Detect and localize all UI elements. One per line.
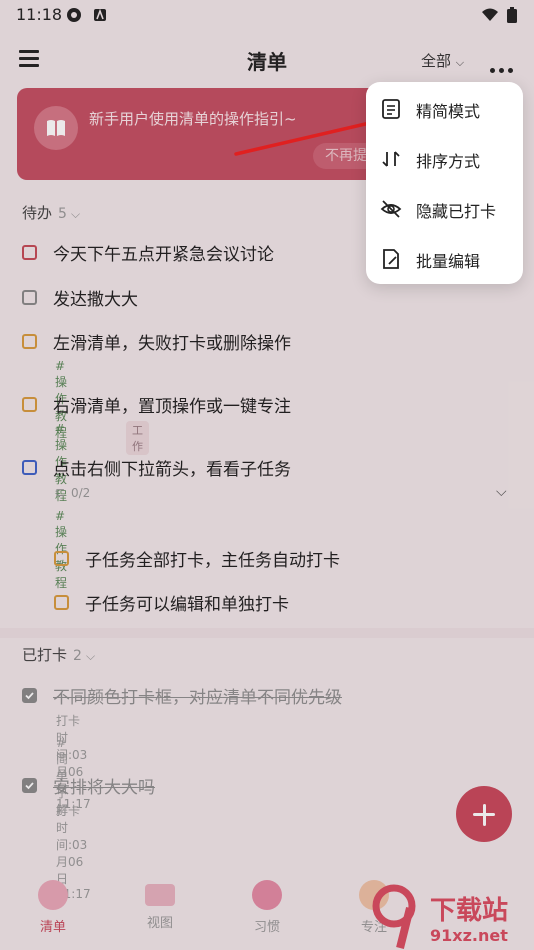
- nav-item-list[interactable]: 清单: [23, 880, 83, 935]
- menu-item-simple-mode[interactable]: 精简模式: [366, 84, 523, 134]
- filter-dropdown[interactable]: 全部 ⌵: [421, 50, 464, 71]
- donut-icon: [252, 880, 282, 910]
- todo-item-text: 右滑清单，置顶操作或一键专注: [53, 397, 291, 417]
- priority-checkbox[interactable]: [22, 397, 37, 412]
- todo-section-title: 待办: [22, 204, 53, 222]
- menu-item-label: 排序方式: [416, 152, 481, 171]
- gift-icon: [38, 880, 68, 910]
- add-task-button[interactable]: [456, 786, 512, 842]
- nav-item-view[interactable]: 视图: [130, 880, 190, 931]
- menu-item-batch-edit[interactable]: 批量编辑: [366, 234, 523, 284]
- priority-checkbox[interactable]: [54, 551, 69, 566]
- status-bar: 11:18: [0, 0, 534, 30]
- more-options-menu: 精简模式 排序方式 隐藏已打卡 批量编辑: [366, 82, 523, 284]
- done-count: 2: [73, 648, 82, 664]
- mail-icon: [145, 884, 175, 906]
- priority-checkbox[interactable]: [22, 245, 37, 260]
- book-icon: [34, 106, 78, 150]
- checked-checkbox[interactable]: [22, 778, 37, 793]
- todo-section-header[interactable]: 待办 5 ⌵: [22, 202, 80, 223]
- battery-icon: [507, 7, 517, 23]
- todo-item-text: 点击右侧下拉箭头，看看子任务: [53, 460, 291, 480]
- expand-subtasks-icon[interactable]: ⌵: [496, 484, 507, 500]
- filter-label: 全部: [421, 52, 452, 70]
- chevron-down-icon: ⌵: [85, 649, 96, 663]
- menu-item-hide-done[interactable]: 隐藏已打卡: [366, 184, 523, 234]
- menu-item-label: 隐藏已打卡: [416, 202, 497, 221]
- priority-checkbox[interactable]: [22, 290, 37, 305]
- checked-checkbox[interactable]: [22, 688, 37, 703]
- site-watermark: 下载站 91xz.net: [364, 882, 534, 950]
- eye-off-icon: [380, 200, 402, 218]
- section-divider: [0, 628, 534, 638]
- priority-checkbox[interactable]: [22, 334, 37, 349]
- status-time: 11:18: [16, 5, 63, 24]
- priority-checkbox[interactable]: [54, 595, 69, 610]
- todo-item-text: 左滑清单，失败打卡或删除操作: [53, 334, 291, 354]
- sort-icon: [382, 151, 400, 167]
- watermark-url: 91xz.net: [430, 926, 508, 945]
- done-section-title: 已打卡: [22, 646, 68, 664]
- subtask-icon: ⊏: [55, 485, 66, 499]
- chevron-down-icon: ⌵: [70, 207, 81, 221]
- menu-item-sort[interactable]: 排序方式: [366, 134, 523, 184]
- done-item-text: 安排将大大吗: [53, 778, 155, 798]
- chevron-down-icon: ⌵: [455, 56, 465, 69]
- notification-icon: [94, 8, 106, 21]
- watermark-text: 下载站: [430, 896, 509, 926]
- nav-label: 清单: [39, 920, 66, 935]
- subtask-count: 0/2: [71, 486, 91, 500]
- subtask-text: 子任务全部打卡，主任务自动打卡: [85, 551, 340, 571]
- app-status-icon: [67, 8, 81, 22]
- edit-doc-icon: [383, 249, 399, 269]
- watermark-logo-icon: [372, 884, 416, 949]
- done-section-header[interactable]: 已打卡 2 ⌵: [22, 644, 95, 665]
- nav-label: 视图: [146, 916, 173, 931]
- done-item-text: 不同颜色打卡框，对应清单不同优先级: [53, 688, 342, 708]
- wifi-icon: [482, 8, 498, 21]
- todo-count: 5: [58, 206, 67, 222]
- subtask-text: 子任务可以编辑和单独打卡: [85, 595, 289, 615]
- menu-item-label: 批量编辑: [416, 252, 481, 271]
- priority-checkbox[interactable]: [22, 460, 37, 475]
- menu-item-label: 精简模式: [416, 102, 481, 121]
- nav-item-habit[interactable]: 习惯: [237, 880, 297, 935]
- nav-label: 习惯: [253, 920, 280, 935]
- list-doc-icon: [382, 99, 400, 119]
- todo-item-text: 今天下午五点开紧急会议讨论: [53, 245, 274, 265]
- app-header: 清单 全部 ⌵: [0, 38, 534, 82]
- more-options-icon[interactable]: [490, 58, 517, 77]
- item-category-badge: 工作: [126, 421, 149, 455]
- todo-item-text: 发达撒大大: [53, 290, 138, 310]
- item-tag: #操作教程: [55, 509, 68, 590]
